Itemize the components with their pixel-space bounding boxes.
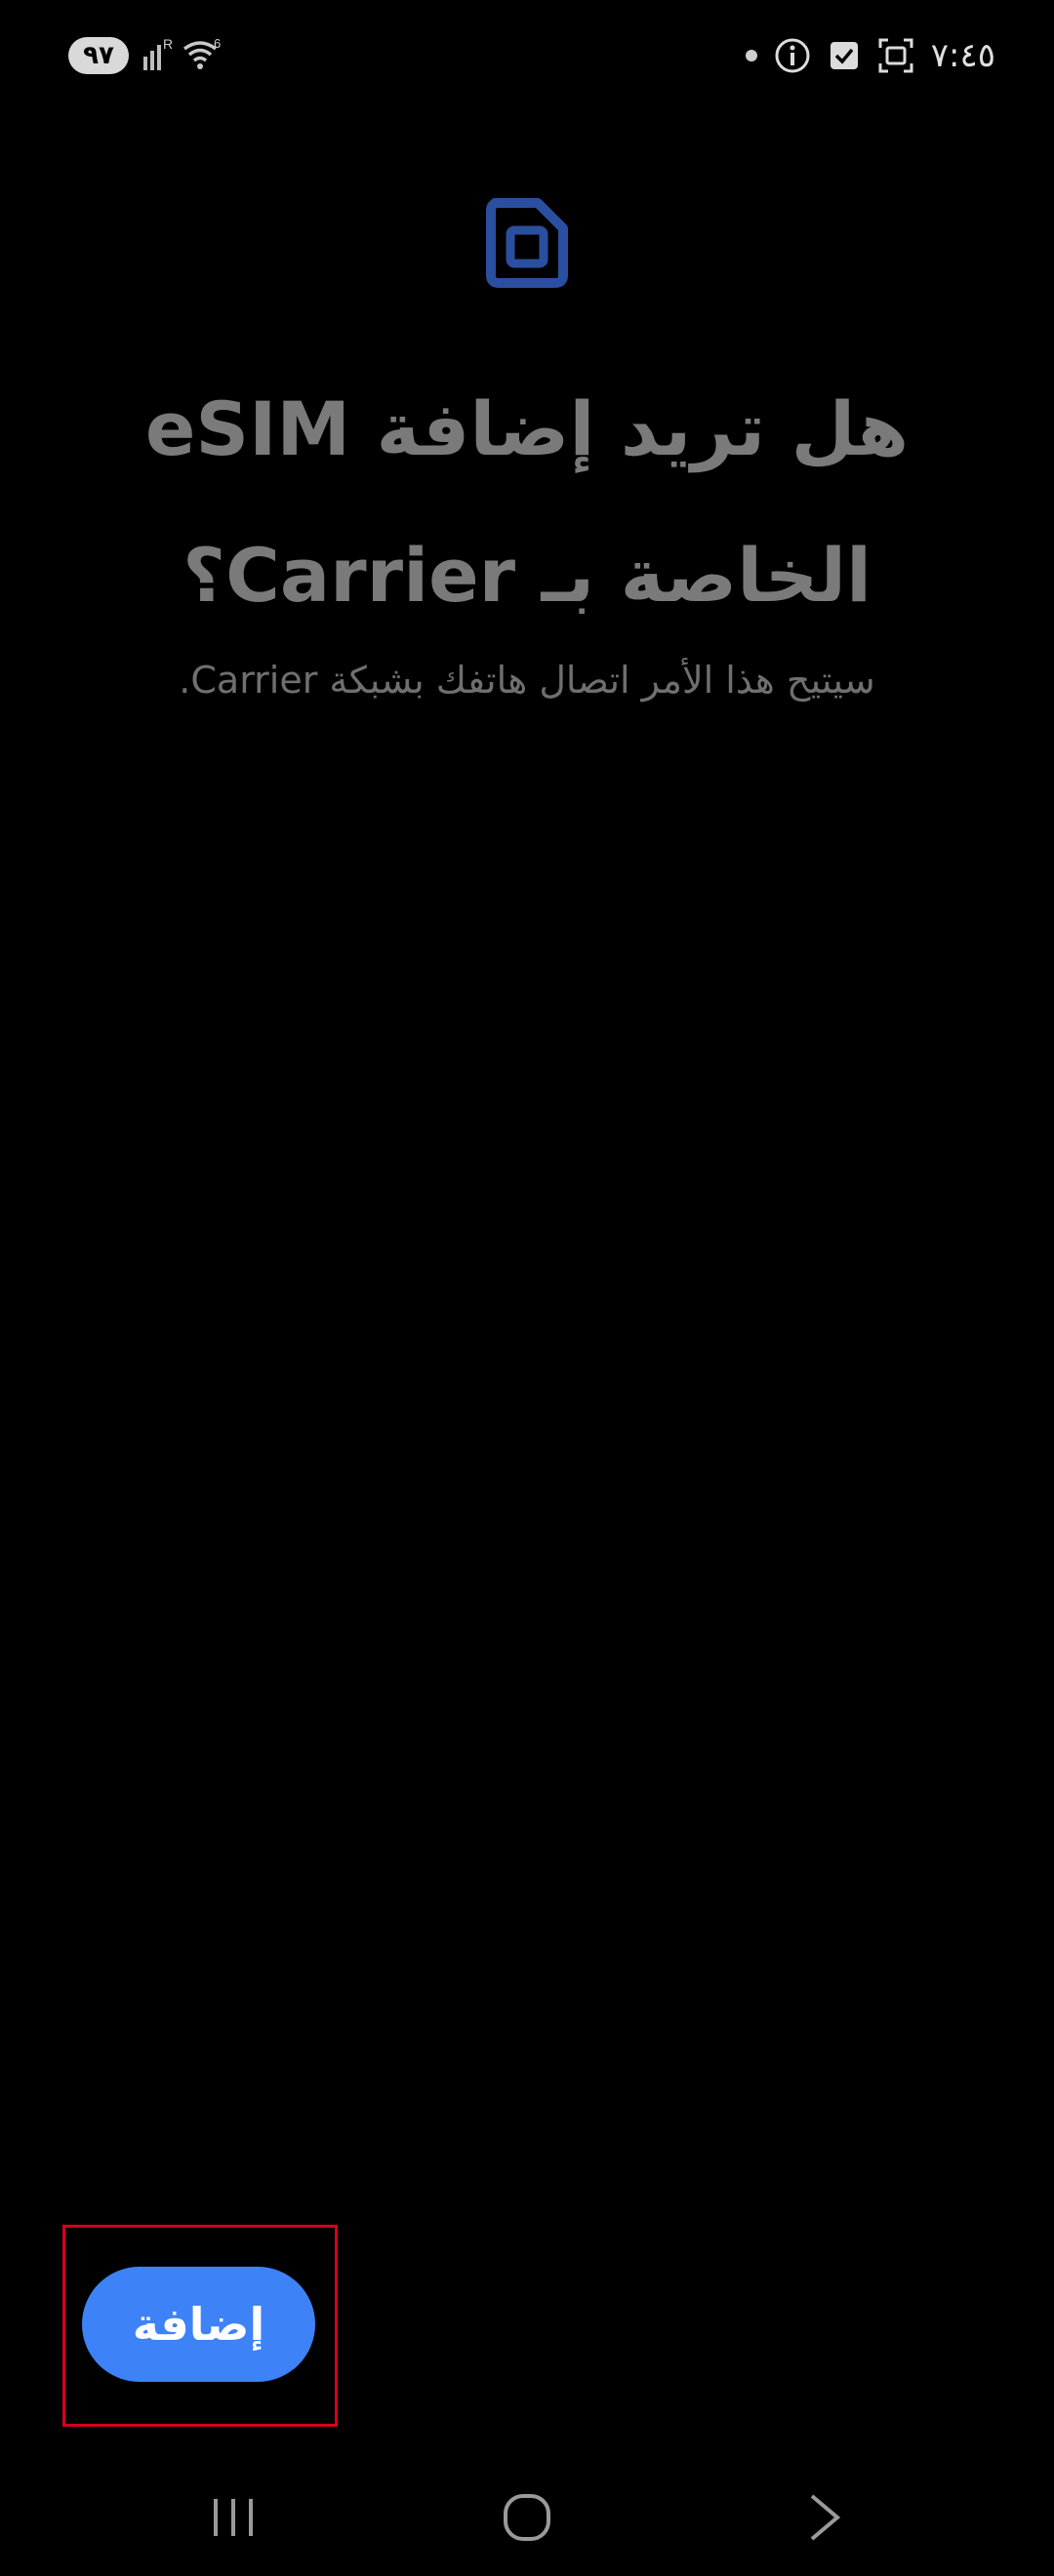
- wifi-generation-label: 6: [214, 36, 221, 51]
- checkbox-icon: [830, 42, 858, 69]
- signal-icon: R: [143, 36, 173, 70]
- info-icon: [775, 38, 810, 73]
- wifi-icon: 6: [182, 36, 221, 69]
- title-line-1: هل تريد إضافة eSIM: [144, 385, 910, 472]
- status-right: ٧:٤٥: [745, 31, 995, 80]
- screenshot-icon: [878, 38, 913, 73]
- add-button[interactable]: إضافة: [82, 2267, 315, 2382]
- battery-indicator: ٩٧: [68, 37, 129, 74]
- page-title: هل تريد إضافة eSIM الخاصة بـ Carrier؟: [59, 356, 995, 649]
- home-icon[interactable]: [498, 2488, 556, 2547]
- clock: ٧:٤٥: [930, 36, 995, 75]
- roaming-label: R: [163, 36, 173, 52]
- back-icon[interactable]: [800, 2490, 849, 2545]
- title-line-2: الخاصة بـ Carrier؟: [182, 532, 872, 619]
- dot-icon: [745, 50, 757, 61]
- status-bar: ٩٧ R 6 ٧:٤٥: [0, 0, 1054, 107]
- navigation-bar: [0, 2469, 1054, 2576]
- sim-card-icon: [486, 198, 568, 288]
- page-subtitle: سيتيح هذا الأمر اتصال هاتفك بشبكة Carrie…: [179, 659, 875, 702]
- recent-apps-icon[interactable]: [210, 2493, 259, 2542]
